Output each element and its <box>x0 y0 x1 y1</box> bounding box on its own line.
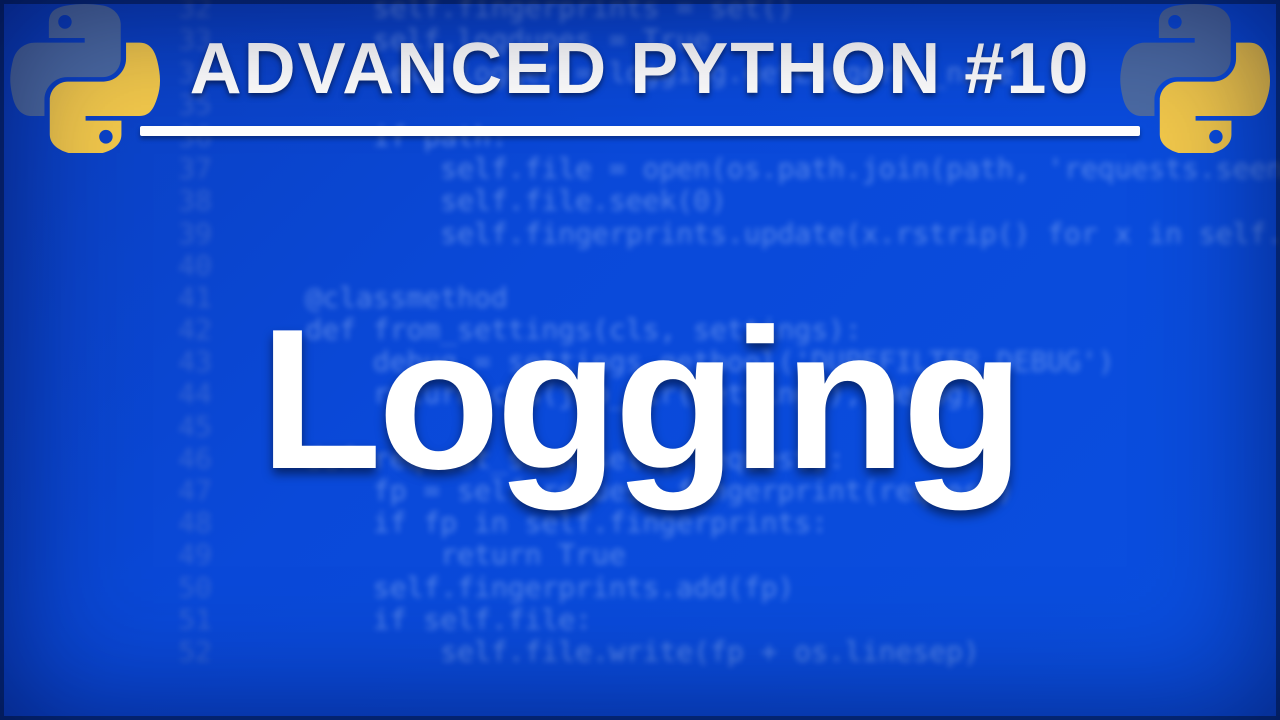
title-underline <box>140 126 1140 136</box>
topic-title: Logging <box>0 300 1280 500</box>
series-title: ADVANCED PYTHON #10 <box>190 28 1091 110</box>
thumbnail-card: 31 self.file = None32 self.fingerprints … <box>0 0 1280 720</box>
